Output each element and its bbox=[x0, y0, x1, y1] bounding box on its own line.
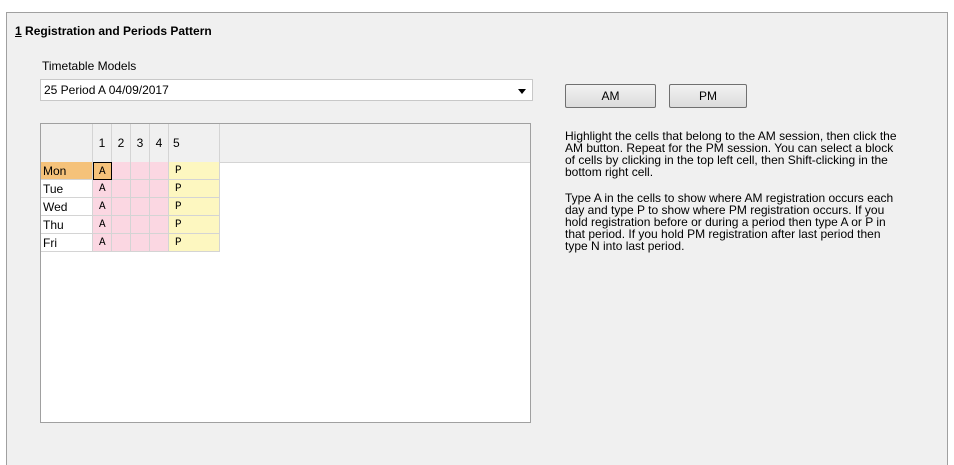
grid-cell[interactable] bbox=[150, 234, 169, 252]
col-header: 3 bbox=[131, 124, 150, 162]
grid-cell[interactable] bbox=[131, 216, 150, 234]
grid-cell[interactable] bbox=[131, 180, 150, 198]
help-paragraph-2: Type A in the cells to show where AM reg… bbox=[565, 191, 894, 253]
row-header-mon[interactable]: Mon bbox=[41, 162, 93, 180]
col-header: 2 bbox=[112, 124, 131, 162]
grid-corner bbox=[41, 124, 93, 162]
grid-cell[interactable] bbox=[150, 180, 169, 198]
grid-cell[interactable] bbox=[131, 198, 150, 216]
chevron-down-icon[interactable] bbox=[518, 89, 526, 94]
timetable-models-dropdown[interactable]: 25 Period A 04/09/2017 bbox=[40, 79, 533, 101]
grid-cell[interactable]: P bbox=[169, 162, 220, 180]
grid-cell[interactable] bbox=[150, 198, 169, 216]
am-button[interactable]: AM bbox=[565, 84, 656, 108]
timetable-models-value: 25 Period A 04/09/2017 bbox=[44, 83, 169, 97]
row-header-thu[interactable]: Thu bbox=[41, 216, 93, 234]
grid-cell[interactable] bbox=[112, 162, 131, 180]
row-header-tue[interactable]: Tue bbox=[41, 180, 93, 198]
grid-cell[interactable] bbox=[131, 162, 150, 180]
grid-cell[interactable] bbox=[112, 216, 131, 234]
grid-cell[interactable]: P bbox=[169, 180, 220, 198]
grid-cell[interactable]: A bbox=[93, 234, 112, 252]
grid-cell[interactable]: P bbox=[169, 216, 220, 234]
grid-cell[interactable] bbox=[150, 162, 169, 180]
grid-cell[interactable]: A bbox=[93, 162, 112, 180]
grid-cell[interactable] bbox=[112, 234, 131, 252]
grid-cell[interactable]: A bbox=[93, 216, 112, 234]
section-title-text: Registration and Periods Pattern bbox=[21, 24, 212, 38]
section-title: 1 Registration and Periods Pattern bbox=[15, 24, 212, 38]
help-text: Highlight the cells that belong to the A… bbox=[565, 130, 905, 266]
grid-cell[interactable]: A bbox=[93, 198, 112, 216]
registration-grid[interactable]: 1 2 3 4 5 Mon A P Tue A P Wed A P Thu A … bbox=[40, 123, 531, 423]
col-header: 5 bbox=[169, 124, 220, 162]
pm-button[interactable]: PM bbox=[669, 84, 747, 108]
help-paragraph-1: Highlight the cells that belong to the A… bbox=[565, 129, 897, 179]
grid-cell[interactable] bbox=[112, 180, 131, 198]
timetable-models-label: Timetable Models bbox=[42, 59, 137, 73]
col-header: 1 bbox=[93, 124, 112, 162]
grid-cell[interactable] bbox=[150, 216, 169, 234]
grid-cell[interactable] bbox=[131, 234, 150, 252]
grid-cell[interactable] bbox=[112, 198, 131, 216]
grid-cell[interactable]: P bbox=[169, 198, 220, 216]
row-header-fri[interactable]: Fri bbox=[41, 234, 93, 252]
col-header: 4 bbox=[150, 124, 169, 162]
grid-cell[interactable]: P bbox=[169, 234, 220, 252]
row-header-wed[interactable]: Wed bbox=[41, 198, 93, 216]
grid-cell[interactable]: A bbox=[93, 180, 112, 198]
section-number: 1 bbox=[15, 24, 22, 38]
